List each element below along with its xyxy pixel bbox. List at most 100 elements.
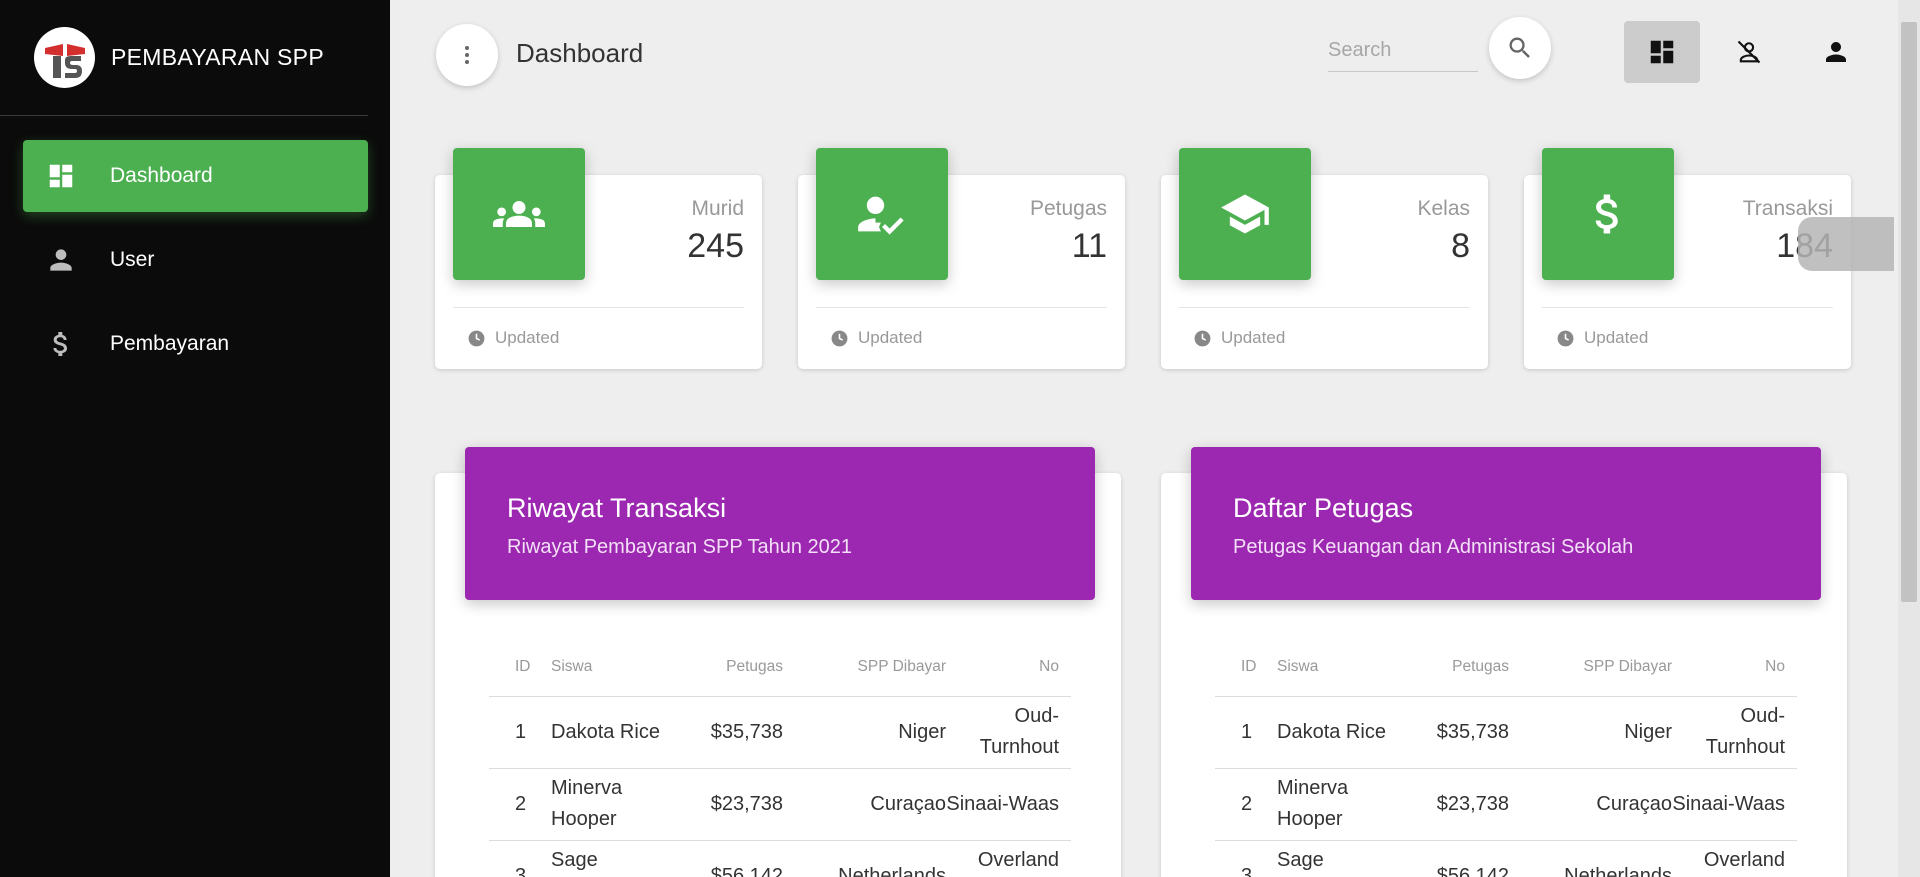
page-scrollbar[interactable] — [1898, 0, 1920, 877]
divider — [1179, 307, 1470, 308]
dashboard-view-button[interactable] — [1624, 21, 1700, 83]
divider — [453, 307, 744, 308]
clock-icon — [1194, 330, 1211, 346]
fixed-plugin-toggle[interactable] — [1798, 217, 1894, 271]
stat-card-transaksi: Transaksi 184 Updated — [1524, 148, 1851, 369]
cell-spp: Niger — [783, 696, 946, 769]
table-card-title: Riwayat Transaksi — [507, 493, 727, 523]
sidebar-nav: Dashboard User Pembayaran — [0, 116, 390, 380]
more-vertical-icon — [465, 46, 469, 64]
column-header[interactable]: No — [1672, 639, 1797, 697]
column-header[interactable]: Petugas — [671, 639, 783, 697]
profile-button[interactable] — [1798, 21, 1874, 83]
person-check-icon — [816, 148, 948, 280]
sidebar-item-pembayaran[interactable]: Pembayaran — [23, 308, 368, 380]
table-row[interactable]: 1 Dakota Rice $35,738 Niger Oud-Turnhout — [489, 696, 1071, 769]
column-header[interactable]: Siswa — [551, 639, 671, 697]
cell-siswa: Minerva Hooper — [551, 768, 671, 841]
school-icon — [1179, 148, 1311, 280]
cell-spp: Curaçao — [783, 768, 946, 841]
brand[interactable]: PEMBAYARAN SPP — [0, 0, 368, 116]
table-scroll-area[interactable]: ID Siswa Petugas SPP Dibayar No 1 Dakota… — [1215, 639, 1797, 877]
page-title: Dashboard — [516, 38, 644, 68]
transactions-table: ID Siswa Petugas SPP Dibayar No 1 Dakota… — [489, 639, 1071, 877]
cell-spp: Netherlands — [1509, 840, 1672, 877]
stat-card-kelas: Kelas 8 Updated — [1161, 148, 1488, 369]
sidebar-item-label: Pembayaran — [110, 332, 230, 355]
stat-value: 8 — [1451, 227, 1470, 265]
column-header[interactable]: ID — [1215, 639, 1277, 697]
stat-card-petugas: Petugas 11 Updated — [798, 148, 1125, 369]
clock-icon — [831, 330, 848, 346]
cell-id: 3 — [489, 840, 551, 877]
table-card-subtitle: Petugas Keuangan dan Administrasi Sekola… — [1233, 536, 1634, 558]
table-row[interactable]: 2 Minerva Hooper $23,738 Curaçao Sinaai-… — [489, 768, 1071, 841]
cell-id: 2 — [489, 768, 551, 841]
column-header[interactable]: SPP Dibayar — [1509, 639, 1672, 697]
table-row[interactable]: 1 Dakota Rice $35,738 Niger Oud-Turnhout — [1215, 696, 1797, 769]
column-header[interactable]: ID — [489, 639, 551, 697]
table-card-daftar-petugas: Daftar Petugas Petugas Keuangan dan Admi… — [1161, 447, 1847, 877]
dollar-icon — [1542, 148, 1674, 280]
cell-note: Sinaai-Waas — [946, 768, 1071, 841]
stat-card-murid: Murid 245 Updated — [435, 148, 762, 369]
stat-value: 245 — [687, 227, 744, 265]
cell-petugas: $56,142 — [1397, 840, 1509, 877]
table-header-row: ID Siswa Petugas SPP Dibayar No — [489, 639, 1071, 697]
cell-id: 3 — [1215, 840, 1277, 877]
sidebar-item-dashboard[interactable]: Dashboard — [23, 140, 368, 212]
notifications-button[interactable] — [1711, 21, 1787, 83]
stat-label: Murid — [691, 197, 744, 220]
table-scroll-area[interactable]: ID Siswa Petugas SPP Dibayar No 1 Dakota… — [489, 639, 1071, 877]
search-button[interactable] — [1489, 17, 1551, 79]
scrollbar-thumb[interactable] — [1901, 22, 1917, 602]
cell-note: Oud-Turnhout — [1672, 696, 1797, 769]
table-card-subtitle: Riwayat Pembayaran SPP Tahun 2021 — [507, 536, 853, 558]
sidebar-item-user[interactable]: User — [23, 224, 368, 296]
cell-petugas: $23,738 — [1397, 768, 1509, 841]
cell-petugas: $35,738 — [671, 696, 783, 769]
cell-siswa: Dakota Rice — [551, 696, 671, 769]
table-card-title: Daftar Petugas — [1233, 493, 1414, 523]
table-row[interactable]: 2 Minerva Hooper $23,738 Curaçao Sinaai-… — [1215, 768, 1797, 841]
column-header[interactable]: SPP Dibayar — [783, 639, 946, 697]
search-input[interactable] — [1328, 30, 1478, 72]
more-menu-button[interactable] — [436, 24, 498, 86]
column-header[interactable]: No — [946, 639, 1071, 697]
person-icon — [1826, 42, 1846, 62]
stat-footer: Updated — [467, 328, 559, 348]
clock-icon — [1557, 330, 1574, 346]
sidebar-item-label: User — [110, 248, 155, 271]
group-icon — [453, 148, 585, 280]
cell-siswa: Sage Rodriguez — [1277, 840, 1397, 877]
staff-table: ID Siswa Petugas SPP Dibayar No 1 Dakota… — [1215, 639, 1797, 877]
stat-value: 11 — [1071, 227, 1107, 265]
person-icon — [45, 244, 77, 276]
table-card-riwayat-transaksi: Riwayat Transaksi Riwayat Pembayaran SPP… — [435, 447, 1121, 877]
sidebar-item-label: Dashboard — [110, 164, 213, 187]
cell-spp: Niger — [1509, 696, 1672, 769]
stat-footer-text: Updated — [1584, 328, 1649, 347]
table-row[interactable]: 3 Sage Rodriguez $56,142 Netherlands Ove… — [489, 840, 1071, 877]
stat-footer-text: Updated — [495, 328, 560, 347]
brand-logo — [34, 27, 95, 88]
table-card-header: Daftar Petugas Petugas Keuangan dan Admi… — [1191, 447, 1821, 600]
cell-note: Oud-Turnhout — [946, 696, 1071, 769]
table-row[interactable]: 3 Sage Rodriguez $56,142 Netherlands Ove… — [1215, 840, 1797, 877]
column-header[interactable]: Petugas — [1397, 639, 1509, 697]
cell-note: Overland Park — [1672, 840, 1797, 877]
cell-petugas: $23,738 — [671, 768, 783, 841]
brand-title: PEMBAYARAN SPP — [111, 44, 324, 70]
divider — [816, 307, 1107, 308]
cell-id: 2 — [1215, 768, 1277, 841]
table-header-row: ID Siswa Petugas SPP Dibayar No — [1215, 639, 1797, 697]
top-header: Dashboard — [390, 0, 1920, 105]
stat-footer: Updated — [1193, 328, 1285, 348]
stat-footer-text: Updated — [1221, 328, 1286, 347]
cell-petugas: $35,738 — [1397, 696, 1509, 769]
sidebar: PEMBAYARAN SPP Dashboard User Pembayaran — [0, 0, 390, 877]
column-header[interactable]: Siswa — [1277, 639, 1397, 697]
clock-icon — [468, 330, 485, 346]
table-card-header: Riwayat Transaksi Riwayat Pembayaran SPP… — [465, 447, 1095, 600]
stat-footer: Updated — [1556, 328, 1648, 348]
